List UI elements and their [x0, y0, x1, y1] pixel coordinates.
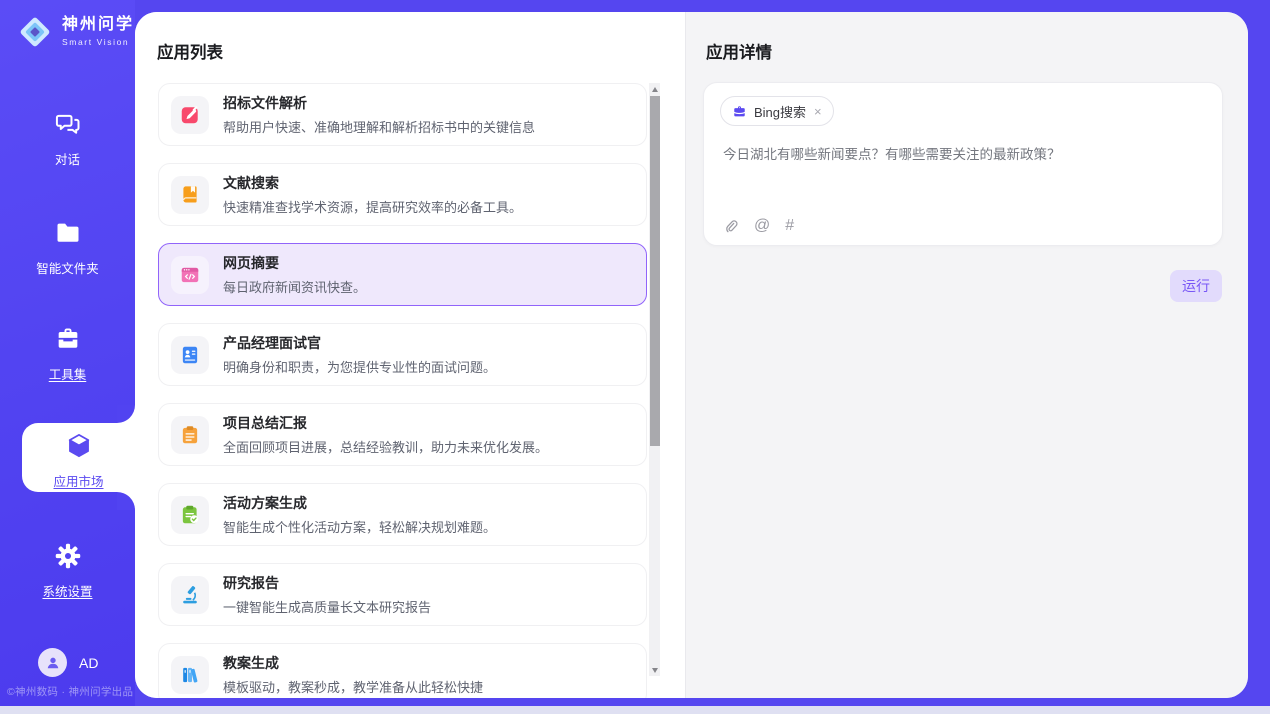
app-card[interactable]: 产品经理面试官 明确身份和职责，为您提供专业性的面试问题。	[158, 323, 647, 386]
resume-icon	[179, 344, 201, 366]
books-icon	[179, 664, 201, 686]
user-avatar-icon	[44, 654, 62, 672]
tool-tag-bing-search[interactable]: Bing搜索 ×	[720, 96, 834, 126]
tool-tag-label: Bing搜索	[754, 102, 806, 121]
avatar	[38, 648, 67, 677]
app-icon-box	[171, 416, 209, 454]
app-card[interactable]: 文献搜索 快速精准查找学术资源，提高研究效率的必备工具。	[158, 163, 647, 226]
book-icon	[179, 184, 201, 206]
diamond-logo-icon	[16, 13, 54, 51]
scrollbar[interactable]	[649, 83, 660, 676]
app-card-title: 产品经理面试官	[223, 333, 496, 353]
app-card-list: 招标文件解析 帮助用户快速、准确地理解和解析招标书中的关键信息 文献搜索 快速精…	[158, 83, 647, 698]
sidebar-item-app-market[interactable]: 应用市场	[22, 423, 135, 492]
app-icon-box	[171, 256, 209, 294]
at-icon[interactable]: @	[754, 218, 770, 234]
app-card[interactable]: 研究报告 一键智能生成高质量长文本研究报告	[158, 563, 647, 626]
briefcase-icon	[732, 104, 747, 119]
edit-square-icon	[179, 104, 201, 126]
copyright-footer: ©神州数码 · 神州问学出品	[7, 684, 135, 699]
toolbox-icon	[54, 340, 82, 357]
app-card-title: 研究报告	[223, 573, 431, 593]
sidebar: 神州问学 Smart Vision 对话 智能文件夹 工具集 应用市场 系统设置…	[0, 0, 135, 706]
app-icon-box	[171, 496, 209, 534]
user-name: AD	[79, 655, 98, 671]
triangle-up-icon	[652, 87, 658, 92]
app-card[interactable]: 招标文件解析 帮助用户快速、准确地理解和解析招标书中的关键信息	[158, 83, 647, 146]
cube-icon	[65, 447, 93, 464]
gear-icon	[54, 557, 82, 574]
app-list-title: 应用列表	[157, 39, 223, 63]
bottom-strip	[0, 706, 1270, 714]
app-card-description: 每日政府新闻资讯快查。	[223, 277, 366, 296]
triangle-down-icon	[652, 668, 658, 673]
app-icon-box	[171, 656, 209, 694]
close-icon[interactable]: ×	[814, 104, 822, 119]
notch-curve	[117, 405, 135, 423]
app-card-description: 快速精准查找学术资源，提高研究效率的必备工具。	[223, 197, 522, 216]
composer-toolbar: @ #	[722, 217, 794, 234]
brand-logo: 神州问学 Smart Vision	[16, 13, 134, 51]
browser-code-icon	[179, 264, 201, 286]
app-card[interactable]: 项目总结汇报 全面回顾项目进展，总结经验教训，助力未来优化发展。	[158, 403, 647, 466]
app-card-description: 全面回顾项目进展，总结经验教训，助力未来优化发展。	[223, 437, 548, 456]
prompt-card: Bing搜索 × 今日湖北有哪些新闻要点？有哪些需要关注的最新政策？ @ #	[703, 82, 1223, 246]
app-card-title: 网页摘要	[223, 253, 366, 273]
app-detail-panel: 应用详情 Bing搜索 × 今日湖北有哪些新闻要点？有哪些需要关注的最新政策？ …	[685, 12, 1248, 698]
hash-icon[interactable]: #	[785, 218, 794, 234]
prompt-input[interactable]: 今日湖北有哪些新闻要点？有哪些需要关注的最新政策？	[723, 145, 1202, 165]
scroll-up-button[interactable]	[649, 83, 660, 95]
sidebar-item-label: 应用市场	[22, 471, 135, 490]
sidebar-item-label: 工具集	[0, 364, 135, 383]
chat-icon	[54, 125, 82, 142]
sidebar-item-smart-folder[interactable]: 智能文件夹	[0, 219, 135, 277]
sidebar-item-label: 系统设置	[0, 581, 135, 600]
app-icon-box	[171, 96, 209, 134]
folder-icon	[54, 234, 82, 251]
app-icon-box	[171, 576, 209, 614]
sidebar-item-settings[interactable]: 系统设置	[0, 542, 135, 600]
app-list-panel: 应用列表 招标文件解析 帮助用户快速、准确地理解和解析招标书中的关键信息 文献搜…	[135, 12, 685, 698]
app-icon-box	[171, 336, 209, 374]
paperclip-icon[interactable]	[722, 217, 739, 234]
clipboard-check-icon	[179, 504, 201, 526]
sidebar-item-chat[interactable]: 对话	[0, 110, 135, 168]
app-card[interactable]: 教案生成 模板驱动，教案秒成，教学准备从此轻松快捷	[158, 643, 647, 698]
app-card-title: 项目总结汇报	[223, 413, 548, 433]
app-card-description: 模板驱动，教案秒成，教学准备从此轻松快捷	[223, 677, 483, 696]
microscope-icon	[179, 584, 201, 606]
app-card[interactable]: 网页摘要 每日政府新闻资讯快查。	[158, 243, 647, 306]
notch-curve	[117, 492, 135, 510]
user-row[interactable]: AD	[38, 648, 98, 677]
sidebar-item-label: 对话	[0, 149, 135, 168]
app-card-title: 活动方案生成	[223, 493, 496, 513]
app-card-title: 教案生成	[223, 653, 483, 673]
app-card-description: 明确身份和职责，为您提供专业性的面试问题。	[223, 357, 496, 376]
app-detail-title: 应用详情	[706, 39, 772, 63]
scrollbar-thumb[interactable]	[650, 96, 660, 446]
sidebar-item-label: 智能文件夹	[0, 258, 135, 277]
app-icon-box	[171, 176, 209, 214]
content-area: 应用列表 招标文件解析 帮助用户快速、准确地理解和解析招标书中的关键信息 文献搜…	[135, 12, 1248, 698]
scroll-down-button[interactable]	[649, 664, 660, 676]
clipboard-icon	[179, 424, 201, 446]
app-card-description: 智能生成个性化活动方案，轻松解决规划难题。	[223, 517, 496, 536]
brand-name: 神州问学	[62, 17, 134, 33]
app-card-title: 招标文件解析	[223, 93, 535, 113]
app-card-title: 文献搜索	[223, 173, 522, 193]
sidebar-item-toolbox[interactable]: 工具集	[0, 325, 135, 383]
run-button[interactable]: 运行	[1170, 270, 1222, 302]
app-card-description: 一键智能生成高质量长文本研究报告	[223, 597, 431, 616]
brand-subtitle: Smart Vision	[62, 37, 134, 47]
app-card[interactable]: 活动方案生成 智能生成个性化活动方案，轻松解决规划难题。	[158, 483, 647, 546]
app-card-description: 帮助用户快速、准确地理解和解析招标书中的关键信息	[223, 117, 535, 136]
